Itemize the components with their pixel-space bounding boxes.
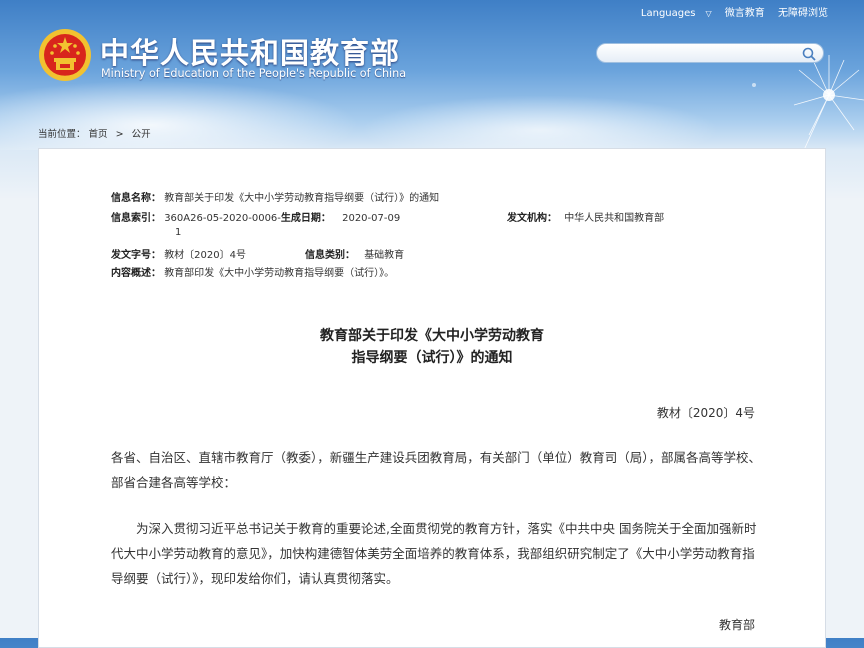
national-emblem-icon — [39, 29, 91, 81]
meta-docno-value: 教材〔2020〕4号 — [164, 250, 246, 261]
chevron-down-icon: ▽ — [705, 9, 712, 18]
article-doc-number: 教材〔2020〕4号 — [656, 406, 755, 420]
breadcrumb-prefix: 当前位置： — [38, 129, 86, 140]
meta-docno-row: 发文字号： 教材〔2020〕4号 — [111, 246, 246, 261]
search-box — [596, 43, 824, 66]
article-body-paragraph: 为深入贯彻习近平总书记关于教育的重要论述,全面贯彻党的教育方针，落实《中共中央 … — [111, 521, 757, 586]
article-title: 教育部关于印发《大中小学劳动教育 指导纲要（试行）》的通知 — [39, 325, 825, 369]
breadcrumb: 当前位置： 首页 > 公开 — [38, 126, 151, 140]
meta-index-value-cont: 1 — [175, 227, 182, 238]
meta-category-row: 信息类别： 基础教育 — [305, 246, 404, 261]
languages-label: Languages — [640, 8, 696, 19]
article-signature: 教育部 — [718, 618, 755, 632]
meta-date-value: 2020-07-09 — [342, 213, 401, 224]
article-addressees: 各省、自治区、直辖市教育厅（教委），新疆生产建设兵团教育局，有关部门（单位）教育… — [111, 450, 762, 490]
article-title-line2: 指导纲要（试行）》的通知 — [351, 350, 513, 366]
breadcrumb-separator: > — [115, 129, 124, 140]
cloud-decoration — [360, 95, 720, 150]
meta-name-value: 教育部关于印发《大中小学劳动教育指导纲要（试行）》的通知 — [164, 193, 440, 204]
search-icon[interactable] — [801, 46, 817, 62]
meta-name-label: 信息名称： — [111, 193, 161, 204]
meta-category-label: 信息类别： — [305, 250, 355, 261]
meta-index-row: 信息索引： 360A26-05-2020-0006-生成日期： 2020-07-… — [111, 209, 400, 224]
site-title: 中华人民共和国教育部 — [100, 36, 401, 70]
search-input[interactable] — [607, 45, 801, 66]
meta-org-row: 发文机构： 中华人民共和国教育部 — [507, 209, 664, 224]
top-links: Languages ▽ 微言教育 无障碍浏览 — [621, 4, 828, 19]
meta-org-value: 中华人民共和国教育部 — [564, 213, 665, 224]
breadcrumb-current: 公开 — [131, 129, 151, 140]
meta-summary-value: 教育部印发《大中小学劳动教育指导纲要（试行）》。 — [164, 268, 395, 279]
meta-category-value: 基础教育 — [364, 250, 405, 261]
content-panel: 信息名称： 教育部关于印发《大中小学劳动教育指导纲要（试行）》的通知 信息索引：… — [38, 148, 826, 648]
languages-link[interactable]: Languages ▽ — [631, 8, 712, 19]
meta-date-label: 生成日期： — [280, 213, 331, 224]
weiyan-link[interactable]: 微言教育 — [725, 8, 765, 19]
meta-org-label: 发文机构： — [507, 213, 557, 224]
site-subtitle: Ministry of Education of the People's Re… — [101, 67, 407, 80]
meta-summary-label: 内容概述： — [111, 268, 161, 279]
accessibility-link[interactable]: 无障碍浏览 — [778, 8, 828, 19]
meta-index-label: 信息索引： — [111, 213, 161, 224]
breadcrumb-home-link[interactable]: 首页 — [89, 129, 108, 140]
article-title-line1: 教育部关于印发《大中小学劳动教育 — [320, 328, 544, 344]
meta-index-value: 360A26-05-2020-0006- — [164, 213, 281, 224]
meta-docno-label: 发文字号： — [111, 250, 161, 261]
meta-summary-row: 内容概述： 教育部印发《大中小学劳动教育指导纲要（试行）》。 — [111, 264, 394, 279]
meta-name-row: 信息名称： 教育部关于印发《大中小学劳动教育指导纲要（试行）》的通知 — [111, 189, 439, 204]
